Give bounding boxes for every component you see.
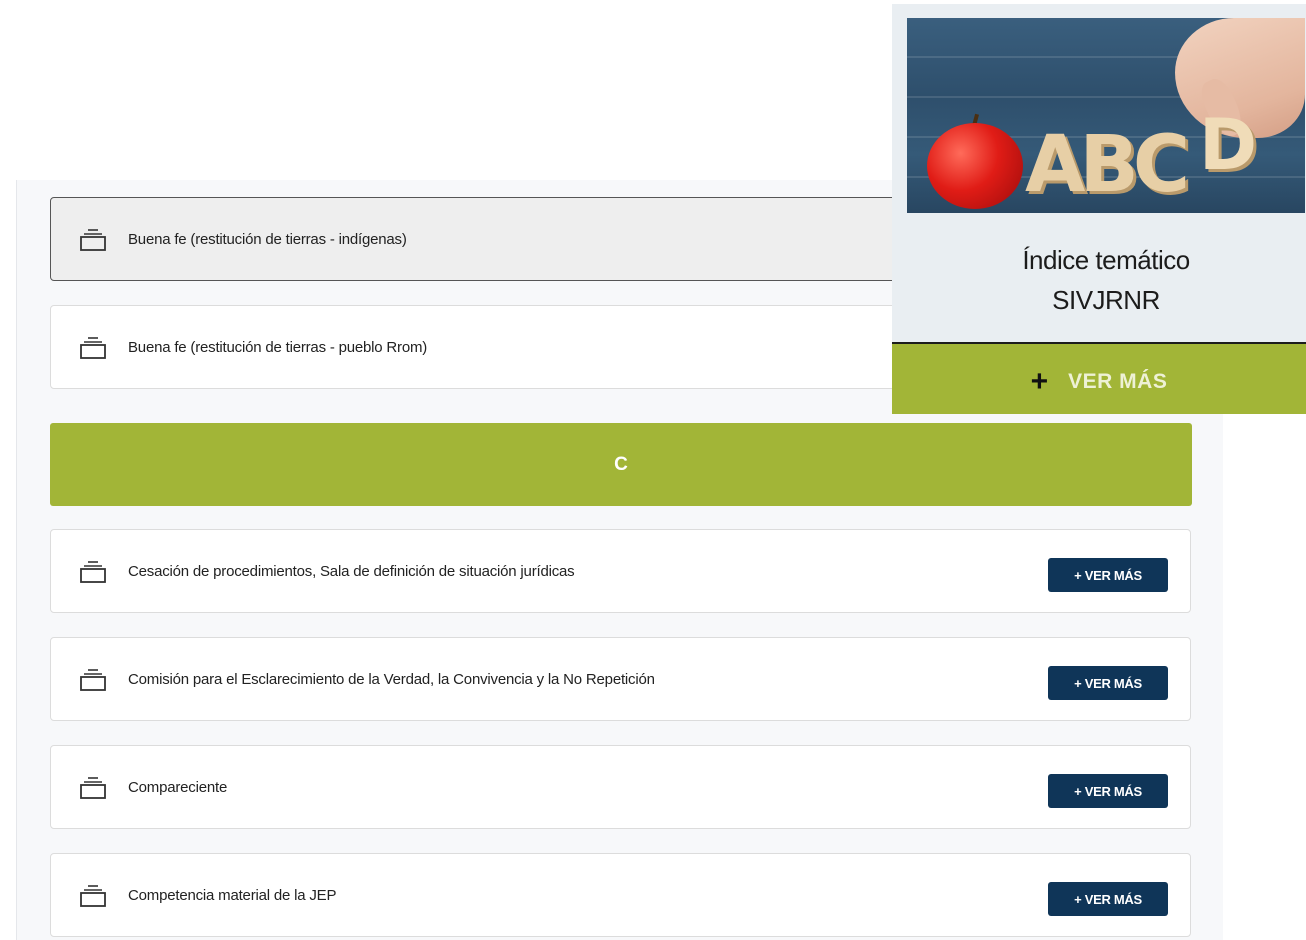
apple-shape [927,123,1023,209]
layers-stack-icon [79,560,107,584]
d-block: D [1199,104,1258,186]
layers-stack-icon [79,776,107,800]
card-ver-mas-button[interactable]: + VER MÁS [892,342,1306,414]
layers-stack-icon [79,668,107,692]
list-item[interactable]: Competencia material de la JEP + VER MÁS [50,853,1191,937]
card-ver-mas-label: VER MÁS [1068,370,1168,393]
indice-tematico-card[interactable]: ABC D Índice temático SIVJRNR + VER MÁS [892,4,1306,414]
ver-mas-button[interactable]: + VER MÁS [1048,882,1168,916]
list-item-label: Buena fe (restitución de tierras - puebl… [128,338,428,356]
list-item-label: Competencia material de la JEP [128,886,337,904]
section-letter: C [614,453,628,475]
layers-stack-icon [79,228,107,252]
layers-stack-icon [79,336,107,360]
ver-mas-button[interactable]: + VER MÁS [1048,558,1168,592]
card-title: Índice temático SIVJRNR [892,240,1306,320]
list-item[interactable]: Compareciente + VER MÁS [50,745,1191,829]
list-item-label: Buena fe (restitución de tierras - indíg… [128,230,407,248]
abc-blocks: ABC [1025,120,1190,210]
list-item-label: Comisión para el Esclarecimiento de la V… [128,670,655,688]
letter-section-header: C [50,423,1192,506]
list-item[interactable]: Comisión para el Esclarecimiento de la V… [50,637,1191,721]
card-title-line2: SIVJRNR [1052,285,1160,315]
list-item-label: Compareciente [128,778,228,796]
ver-mas-button[interactable]: + VER MÁS [1048,666,1168,700]
list-item-label: Cesación de procedimientos, Sala de defi… [128,562,575,580]
list-item[interactable]: Cesación de procedimientos, Sala de defi… [50,529,1191,613]
plus-icon: + [1030,365,1049,398]
card-title-line1: Índice temático [1022,245,1190,275]
ver-mas-button[interactable]: + VER MÁS [1048,774,1168,808]
apple-abc-blocks-photo: ABC D [907,18,1305,213]
layers-stack-icon [79,884,107,908]
